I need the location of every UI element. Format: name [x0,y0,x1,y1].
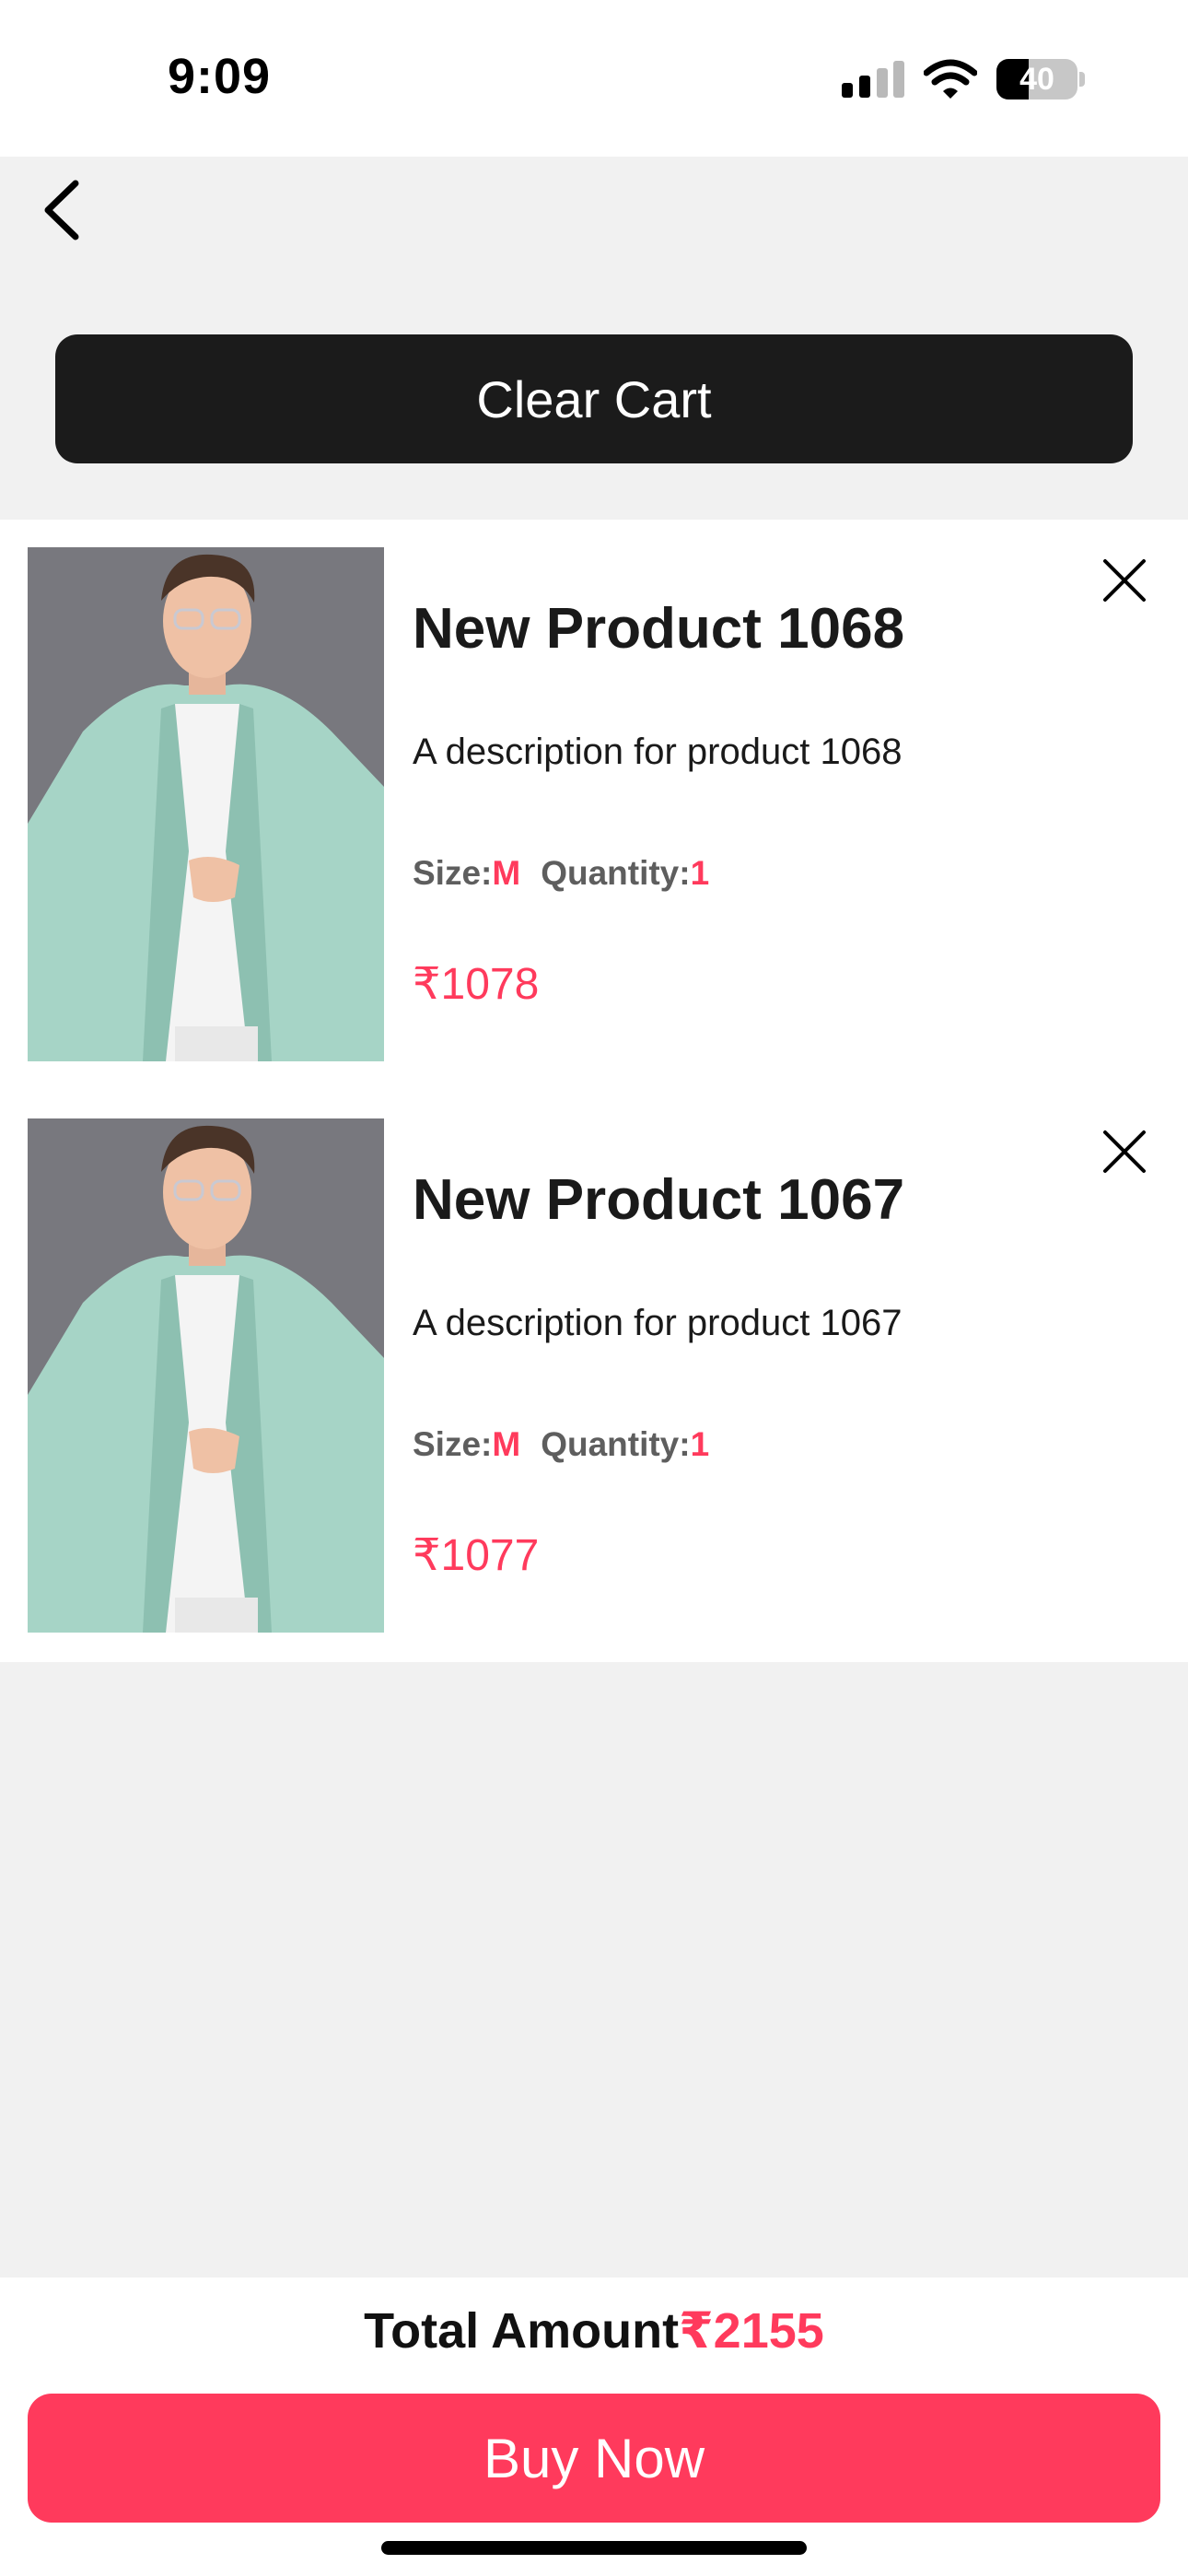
clear-cart-button[interactable]: Clear Cart [55,334,1133,463]
remove-item-button[interactable] [1096,552,1153,609]
cart-item: New Product 1067 A description for produ… [0,1091,1188,1662]
product-image[interactable] [28,1118,384,1633]
size-value: M [492,1425,521,1463]
size-label: Size: [413,854,493,892]
chevron-left-icon [44,180,79,240]
back-button[interactable] [28,170,92,244]
product-image[interactable] [28,547,384,1061]
battery-icon: 40 [996,59,1085,100]
cart-list: New Product 1068 A description for produ… [0,520,1188,1662]
product-meta: Size:M Quantity:1 [413,1425,709,1464]
home-indicator [381,2541,807,2555]
product-title: New Product 1067 [413,1168,905,1232]
checkout-footer: Total Amount₹2155 Buy Now [0,2277,1188,2576]
status-time: 9:09 [168,49,272,104]
buy-now-button[interactable]: Buy Now [28,2394,1160,2523]
size-value: M [492,854,521,892]
remove-item-button[interactable] [1096,1123,1153,1180]
total-amount: Total Amount₹2155 [0,2301,1188,2359]
close-icon [1103,1130,1146,1173]
cart-item: New Product 1068 A description for produ… [0,520,1188,1091]
quantity-value: 1 [690,1425,710,1463]
product-description: A description for product 1068 [413,732,903,772]
product-price: ₹1078 [413,960,540,1009]
quantity-label: Quantity: [541,1425,691,1463]
battery-level-text: 40 [1019,62,1054,97]
total-value: ₹2155 [679,2303,824,2359]
size-label: Size: [413,1425,493,1463]
product-meta: Size:M Quantity:1 [413,854,709,893]
product-title: New Product 1068 [413,597,905,661]
quantity-label: Quantity: [541,854,691,892]
product-description: A description for product 1067 [413,1303,903,1343]
total-label: Total Amount [364,2303,680,2359]
wifi-icon [924,59,977,99]
status-bar: 9:09 40 [0,0,1188,157]
quantity-value: 1 [690,854,710,892]
close-icon [1103,559,1146,602]
cellular-signal-icon [842,61,904,98]
product-price: ₹1077 [413,1531,540,1580]
